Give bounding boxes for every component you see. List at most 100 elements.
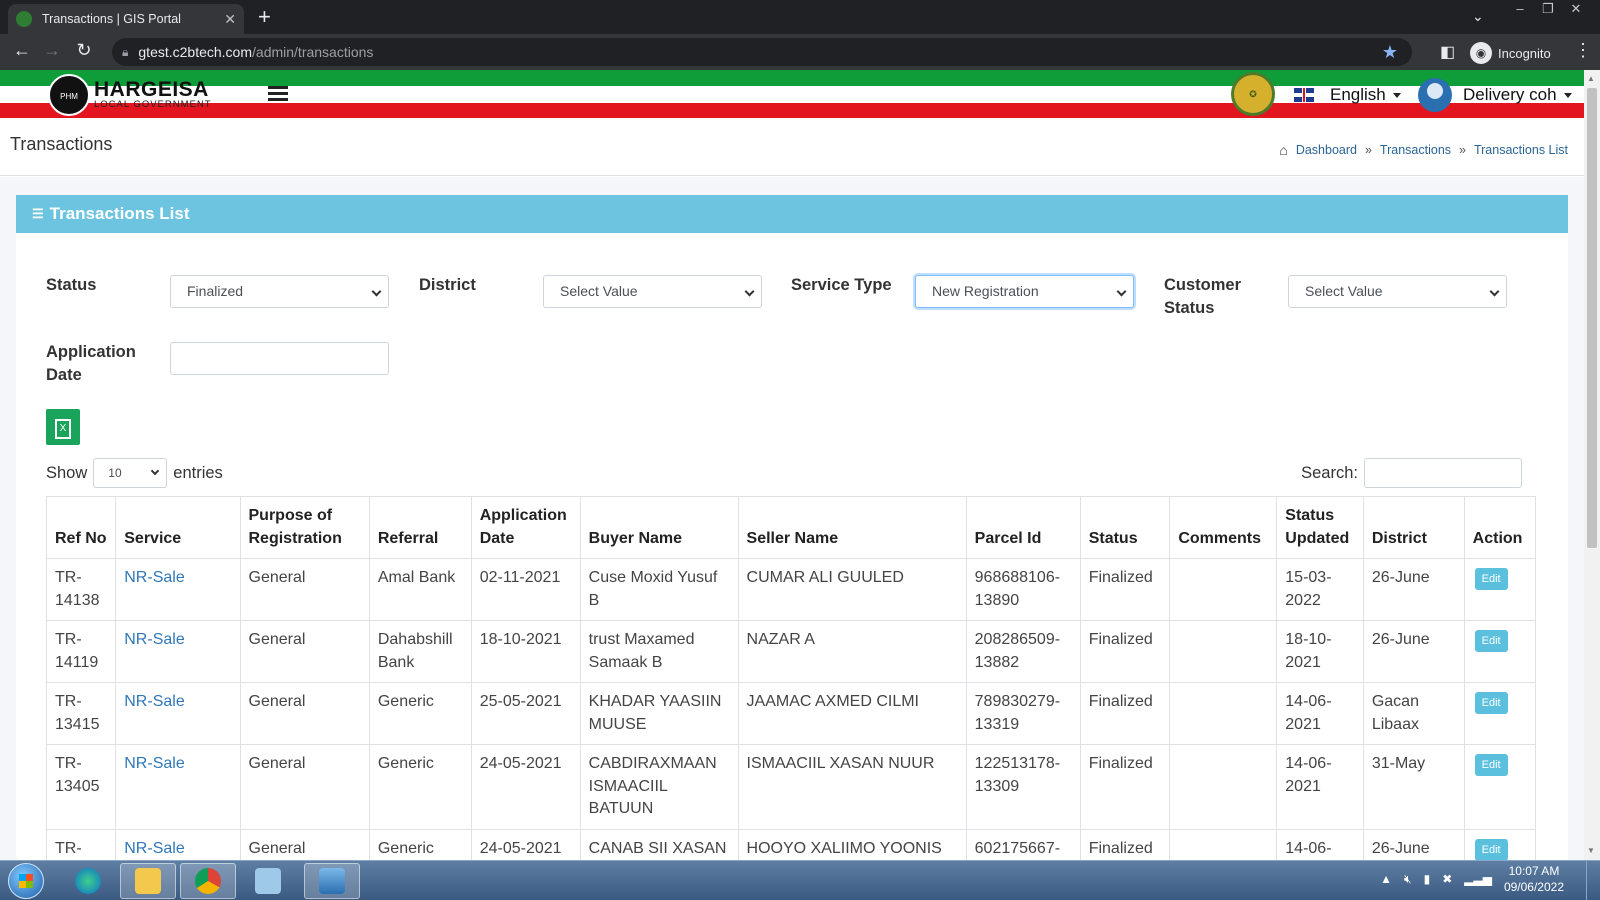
new-tab-button[interactable]: + (258, 4, 271, 30)
service-link[interactable]: NR-Sale (124, 569, 184, 586)
start-button[interactable] (8, 863, 44, 899)
col-referral[interactable]: Referral (368, 496, 472, 559)
scroll-down-icon[interactable]: ▼ (1587, 846, 1595, 855)
cell-status-updated: 14-06- (1276, 828, 1364, 860)
cell-district: 26-June (1362, 828, 1465, 860)
taskbar-edge[interactable] (60, 863, 116, 899)
content-area: ☰ Transactions List Status Finalized Dis… (0, 177, 1584, 860)
cell-status: Finalized (1079, 558, 1171, 621)
service-link[interactable]: NR-Sale (124, 840, 184, 857)
system-tray: ▲ 🔇︎ ▮ ✖ ▂▃▅ 10:07 AM 09/06/2022 (1380, 863, 1564, 895)
cell-action: Edit (1463, 828, 1537, 860)
edit-button[interactable]: Edit (1474, 568, 1508, 590)
minimize-icon[interactable]: – (1506, 0, 1534, 18)
cell-parcel-id: 968688106-13890 (965, 558, 1081, 621)
user-menu[interactable]: Delivery coh (1418, 78, 1572, 112)
col-service[interactable]: Service (115, 496, 241, 559)
breadcrumb-transactions-list[interactable]: Transactions List (1474, 143, 1568, 157)
cell-action: Edit (1463, 558, 1537, 621)
menu-toggle-icon[interactable] (268, 86, 288, 104)
col-status-updated[interactable]: Status Updated (1276, 496, 1364, 559)
cell-buyer-name: Cuse Moxid Yusuf B (579, 558, 739, 621)
reload-icon[interactable]: ↻ (72, 40, 96, 61)
service-link[interactable]: NR-Sale (124, 755, 184, 772)
status-filter-select[interactable]: Finalized (170, 275, 389, 308)
col-parcel-id[interactable]: Parcel Id (965, 496, 1081, 559)
export-excel-button[interactable]: X (46, 409, 80, 445)
search-input[interactable] (1364, 458, 1522, 488)
logo-title: HARGEISA (94, 78, 209, 101)
col-ref-no[interactable]: Ref No (45, 496, 117, 559)
address-bar[interactable]: 🔒︎ gtest.c2btech.com/admin/transactions … (112, 38, 1412, 66)
home-icon[interactable]: ⌂ (1279, 142, 1287, 158)
restore-icon[interactable]: ❐ (1534, 0, 1562, 18)
service-type-filter-label: Service Type (791, 276, 892, 294)
service-type-filter-select[interactable]: New Registration (915, 275, 1134, 308)
tab-search-icon[interactable]: ⌄ (1472, 8, 1484, 25)
chevron-down-icon (1489, 286, 1500, 297)
cell-referral: Generic (368, 682, 472, 745)
show-desktop-button[interactable] (1586, 861, 1600, 900)
col-seller-name[interactable]: Seller Name (737, 496, 967, 559)
forward-icon[interactable]: → (40, 40, 64, 61)
customer-status-filter-select[interactable]: Select Value (1288, 275, 1507, 308)
col-district[interactable]: District (1362, 496, 1465, 559)
cell-purpose: General (239, 682, 370, 745)
breadcrumb-dashboard[interactable]: Dashboard (1296, 143, 1357, 157)
col-comments[interactable]: Comments (1169, 496, 1278, 559)
breadcrumb-transactions[interactable]: Transactions (1380, 143, 1451, 157)
col-action[interactable]: Action (1463, 496, 1537, 559)
cell-referral: Generic (368, 828, 472, 860)
network-icon[interactable]: ✖ (1442, 872, 1452, 886)
col-buyer-name[interactable]: Buyer Name (579, 496, 739, 559)
edit-button[interactable]: Edit (1474, 838, 1508, 860)
close-window-icon[interactable]: ✕ (1562, 0, 1590, 18)
application-date-input[interactable] (170, 342, 389, 375)
battery-icon[interactable]: ▮ (1424, 872, 1431, 886)
edit-button[interactable]: Edit (1474, 754, 1508, 776)
service-link[interactable]: NR-Sale (124, 631, 184, 648)
language-dropdown[interactable]: English (1294, 85, 1401, 105)
bookmark-star-icon[interactable]: ★ (1382, 42, 1398, 63)
entries-per-page-select[interactable]: 10 (93, 458, 168, 488)
taskbar-clock[interactable]: 10:07 AM 09/06/2022 (1504, 863, 1564, 895)
cell-status: Finalized (1079, 744, 1171, 830)
col-status[interactable]: Status (1079, 496, 1171, 559)
cell-service: NR-Sale (115, 744, 241, 830)
service-link[interactable]: NR-Sale (124, 693, 184, 710)
col-application-date[interactable]: Application Date (470, 496, 581, 559)
page-scrollbar[interactable]: ▲ ▼ (1584, 70, 1600, 860)
table-search: Search: (1301, 458, 1522, 488)
taskbar-file-explorer[interactable] (120, 863, 176, 899)
taskbar-notepad[interactable] (240, 863, 296, 899)
lock-icon[interactable]: 🔒︎ (122, 45, 128, 60)
photo-viewer-icon (319, 868, 345, 894)
scroll-up-icon[interactable]: ▲ (1587, 74, 1595, 83)
signal-icon[interactable]: ▂▃▅ (1464, 872, 1492, 886)
side-panel-icon[interactable]: ◧ (1440, 42, 1455, 62)
show-hidden-icons-icon[interactable]: ▲ (1380, 872, 1392, 886)
taskbar-chrome[interactable] (180, 863, 236, 899)
volume-icon[interactable]: 🔇︎ (1404, 872, 1412, 887)
chrome-icon (195, 868, 221, 894)
incognito-icon: ◉ (1470, 42, 1492, 64)
cell-status-updated: 18-10-2021 (1276, 620, 1364, 683)
table-row: TR-13405 NR-Sale General Generic 24-05-2… (45, 744, 1537, 830)
close-tab-icon[interactable]: ✕ (224, 11, 236, 28)
uk-flag-icon (1294, 88, 1314, 102)
back-icon[interactable]: ← (10, 40, 34, 61)
cell-application-date: 18-10-2021 (470, 620, 581, 683)
browser-tab[interactable]: Transactions | GIS Portal ✕ (8, 4, 244, 34)
col-purpose[interactable]: Purpose of Registration (239, 496, 370, 559)
browser-menu-icon[interactable]: ⋮ (1574, 40, 1592, 61)
site-logo[interactable]: PHM HARGEISA LOCAL GOVERNMENT (48, 74, 212, 116)
cell-comments (1169, 558, 1278, 621)
cell-status: Finalized (1079, 828, 1171, 860)
scrollbar-thumb[interactable] (1587, 88, 1597, 548)
district-filter-select[interactable]: Select Value (543, 275, 762, 308)
breadcrumb-separator: » (1364, 143, 1372, 157)
taskbar-photos[interactable] (304, 863, 360, 899)
edit-button[interactable]: Edit (1474, 692, 1508, 714)
incognito-indicator[interactable]: ◉ Incognito (1470, 42, 1551, 64)
edit-button[interactable]: Edit (1474, 630, 1508, 652)
